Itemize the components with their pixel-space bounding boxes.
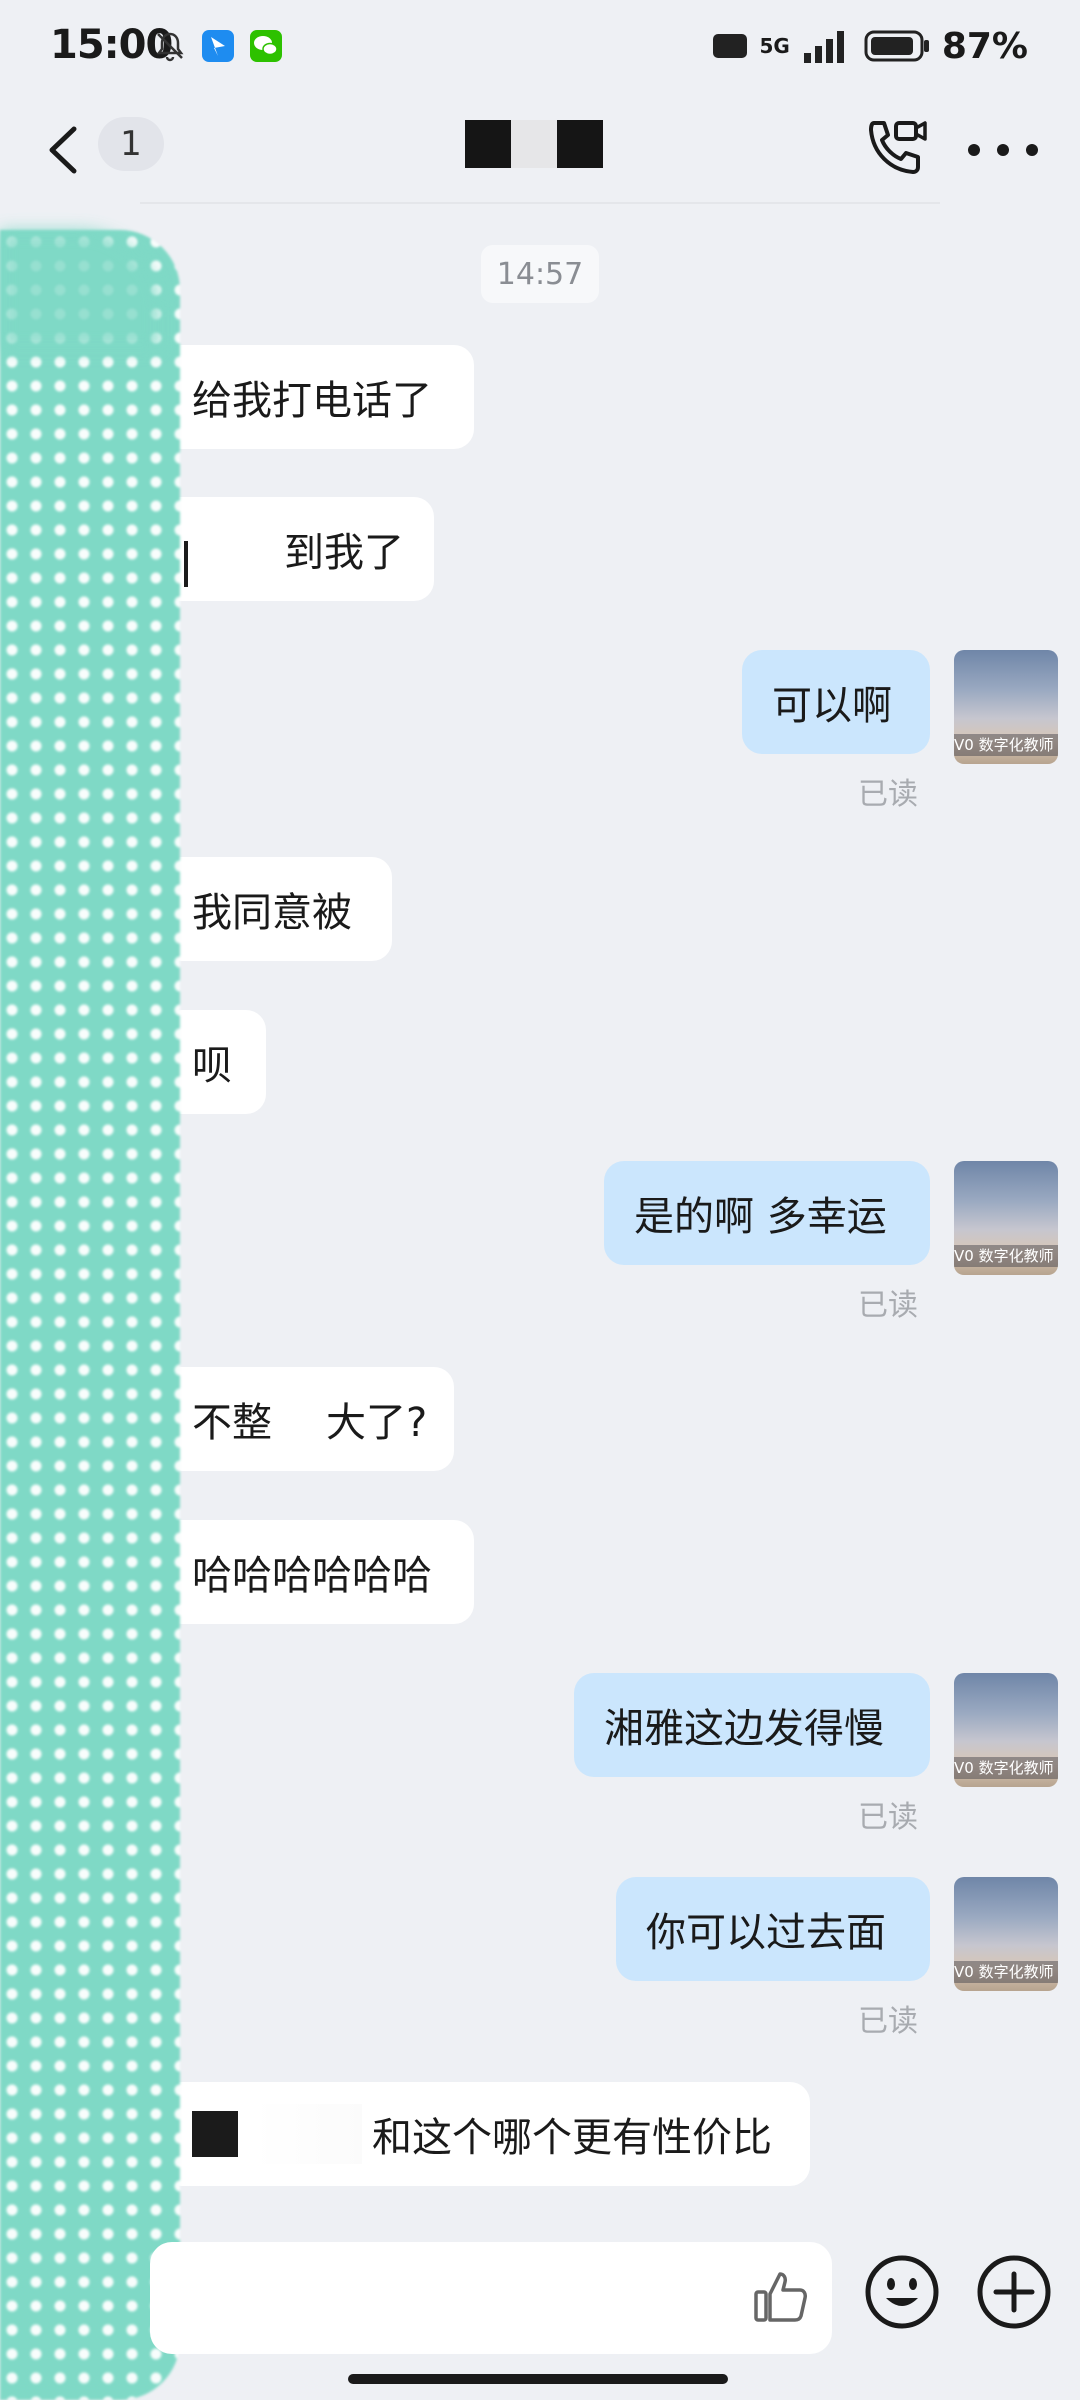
message-bubble[interactable]: 我同意被 xyxy=(162,857,392,961)
avatar-tag: V0 数字化教师 xyxy=(954,1757,1058,1779)
status-bar: 15:00 5G 87% xyxy=(0,0,1080,95)
input-bar xyxy=(0,2220,1080,2400)
message-bubble[interactable]: 不整 大了? xyxy=(162,1367,454,1471)
message-bubble[interactable]: 哈哈哈哈哈哈 xyxy=(162,1520,474,1624)
message-bubble[interactable]: 湘雅这边发得慢 xyxy=(574,1673,930,1777)
redaction-block xyxy=(184,541,188,587)
more-icon[interactable] xyxy=(968,115,1038,185)
battery-percent: 87% xyxy=(941,25,1028,67)
message-text: 不整 xyxy=(192,1400,272,1446)
message-text: 呗 xyxy=(192,1043,232,1089)
message-text: 是的啊 多幸运 xyxy=(634,1194,887,1240)
hd-icon xyxy=(713,34,748,58)
message-text: 湘雅这边发得慢 xyxy=(604,1706,884,1752)
avatar[interactable]: V0 数字化教师 xyxy=(954,650,1058,764)
plus-icon[interactable] xyxy=(974,2252,1054,2332)
avatar-tag: V0 数字化教师 xyxy=(954,1245,1058,1267)
message-timestamp: 14:57 xyxy=(481,245,599,303)
message-text: 和这个哪个更有性价比 xyxy=(372,2115,772,2161)
network-type: 5G xyxy=(759,34,790,58)
message-bubble[interactable]: 可以啊 xyxy=(742,650,930,754)
avatar-tag: V0 数字化教师 xyxy=(954,1961,1058,1983)
message-bubble[interactable]: 和这个哪个更有性价比 xyxy=(162,2082,810,2186)
signal-icon xyxy=(803,31,844,63)
message-text: 我同意被 xyxy=(192,890,352,936)
back-arrow-icon[interactable] xyxy=(40,115,90,185)
redaction-block xyxy=(192,2111,238,2157)
read-status: 已读 xyxy=(858,1800,918,1835)
avatar[interactable]: V0 数字化教师 xyxy=(954,1161,1058,1275)
unread-count-badge[interactable]: 1 xyxy=(98,117,164,171)
message-text: 可以啊 xyxy=(772,683,892,729)
message-text: 给我打电话了 xyxy=(192,378,432,424)
video-call-icon[interactable] xyxy=(860,113,930,183)
message-text: 大了? xyxy=(326,1400,428,1446)
message-bubble[interactable]: 是的啊 多幸运 xyxy=(604,1161,930,1265)
bell-off-icon xyxy=(156,32,184,62)
chat-header: 1 xyxy=(0,95,1080,205)
avatar[interactable]: V0 数字化教师 xyxy=(954,1877,1058,1991)
message-input[interactable] xyxy=(190,2242,754,2356)
avatar-tag: V0 数字化教师 xyxy=(954,734,1058,756)
message-text: 哈哈哈哈哈哈 xyxy=(192,1553,432,1599)
message-text: 到我了 xyxy=(284,530,404,576)
wechat-icon xyxy=(250,30,282,62)
message-bubble[interactable]: 到我了 xyxy=(140,497,434,601)
read-status: 已读 xyxy=(858,777,918,812)
home-indicator[interactable] xyxy=(348,2374,728,2384)
app-notification-icon xyxy=(202,30,234,62)
message-bubble[interactable]: 给我打电话了 xyxy=(162,345,474,449)
message-bubble[interactable]: 你可以过去面 xyxy=(616,1877,930,1981)
thumbs-up-icon[interactable] xyxy=(748,2264,812,2328)
header-divider xyxy=(140,202,940,204)
contact-name-redacted xyxy=(465,120,603,168)
message-text: 你可以过去面 xyxy=(646,1910,886,1956)
battery-icon xyxy=(864,30,929,62)
message-input-container[interactable] xyxy=(150,2242,832,2356)
redaction-strip xyxy=(0,230,180,2400)
avatar[interactable]: V0 数字化教师 xyxy=(954,1673,1058,1787)
read-status: 已读 xyxy=(858,1288,918,1323)
read-status: 已读 xyxy=(858,2004,918,2039)
redaction-fade xyxy=(254,2104,362,2164)
emoji-icon[interactable] xyxy=(862,2252,942,2332)
